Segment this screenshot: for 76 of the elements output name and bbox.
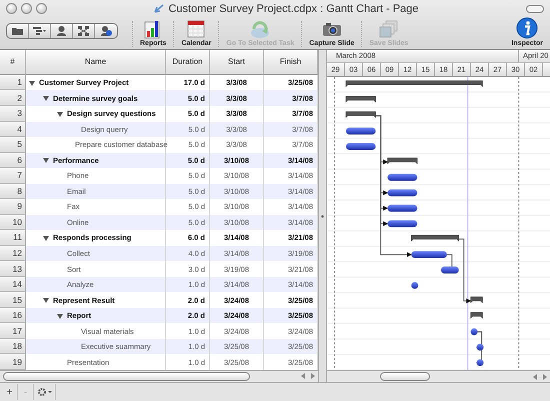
gear-icon (38, 388, 52, 396)
row-number: 17 (0, 323, 26, 339)
outline-view-icon (33, 27, 46, 35)
row-number: 1 (0, 74, 26, 90)
row-number: 7 (0, 168, 26, 184)
task-bar[interactable] (388, 204, 418, 212)
disclosure-triangle-icon[interactable] (43, 157, 49, 164)
disclosure-triangle-icon[interactable] (43, 234, 49, 241)
summary-bar[interactable] (470, 312, 483, 318)
window-close-button[interactable] (6, 3, 17, 14)
row-number: 13 (0, 261, 26, 277)
horizontal-scrollbar[interactable] (0, 370, 318, 382)
row-number: 15 (0, 292, 26, 308)
disclosure-triangle-icon[interactable] (57, 110, 63, 117)
row-number: 5 (0, 137, 26, 153)
scrollbar-thumb[interactable] (3, 372, 250, 381)
summary-bar[interactable] (470, 296, 483, 303)
splitter-handle[interactable] (318, 50, 327, 382)
row-number: 9 (0, 199, 26, 215)
task-dot[interactable] (411, 282, 418, 289)
row-number: 6 (0, 152, 26, 168)
task-dot[interactable] (476, 358, 484, 366)
row-number: 3 (0, 106, 26, 122)
column-header[interactable]: # (0, 50, 26, 75)
task-dot[interactable] (470, 328, 478, 335)
task-dot[interactable] (476, 344, 484, 350)
task-bar[interactable] (388, 220, 418, 227)
calendar-icon (186, 19, 206, 39)
bar-chart-icon (144, 19, 162, 39)
window-title: Customer Survey Project.cdpx : Gantt Chart - Page (168, 2, 419, 14)
task-bar[interactable] (388, 174, 418, 181)
toolbar-toggle-button[interactable] (526, 4, 544, 12)
dependency-arrow (458, 238, 472, 304)
disclosure-triangle-icon[interactable] (57, 312, 63, 319)
row-number: 2 (0, 90, 26, 106)
person-icon (57, 26, 66, 36)
row-number: 11 (0, 230, 26, 246)
task-bar[interactable] (441, 266, 459, 274)
summary-bar[interactable] (346, 96, 376, 102)
scroll-arrows-icon[interactable] (301, 373, 315, 380)
column-header[interactable]: Name (26, 50, 166, 75)
scroll-arrows-icon[interactable] (533, 374, 547, 380)
chart-horizontal-scrollbar[interactable] (327, 370, 550, 382)
disclosure-triangle-icon[interactable] (43, 95, 49, 102)
row-number: 18 (0, 338, 26, 354)
slides-stack-icon (378, 19, 399, 39)
summary-bar[interactable] (346, 111, 376, 118)
column-header[interactable]: Finish (264, 50, 318, 75)
row-number: 8 (0, 184, 26, 200)
network-icon (78, 26, 89, 36)
folder-icon (12, 27, 23, 35)
row-number: 14 (0, 276, 26, 292)
disclosure-triangle-icon[interactable] (43, 297, 49, 304)
column-header[interactable]: Start (210, 50, 264, 75)
disclosure-triangle-icon[interactable] (29, 80, 35, 86)
summary-bar[interactable] (411, 234, 460, 242)
refresh-arrow-icon (249, 19, 272, 39)
summary-bar[interactable] (346, 80, 483, 87)
document-icon (154, 4, 164, 13)
row-number: 10 (0, 214, 26, 230)
summary-bar[interactable] (387, 157, 418, 164)
column-header[interactable]: Duration (166, 50, 210, 75)
info-icon (516, 17, 538, 39)
row-number: 19 (0, 354, 26, 370)
task-bar[interactable] (388, 189, 418, 196)
task-bar[interactable] (411, 250, 447, 258)
scrollbar-thumb[interactable] (380, 372, 430, 382)
row-number: 4 (0, 122, 26, 138)
task-bar[interactable] (346, 142, 376, 150)
window-minimize-button[interactable] (21, 3, 32, 14)
row-number: 16 (0, 308, 26, 324)
window-zoom-button[interactable] (36, 3, 47, 14)
add-button[interactable]: + (2, 384, 18, 400)
task-bar[interactable] (346, 127, 376, 134)
resource-icon (100, 26, 112, 36)
row-number: 12 (0, 246, 26, 262)
